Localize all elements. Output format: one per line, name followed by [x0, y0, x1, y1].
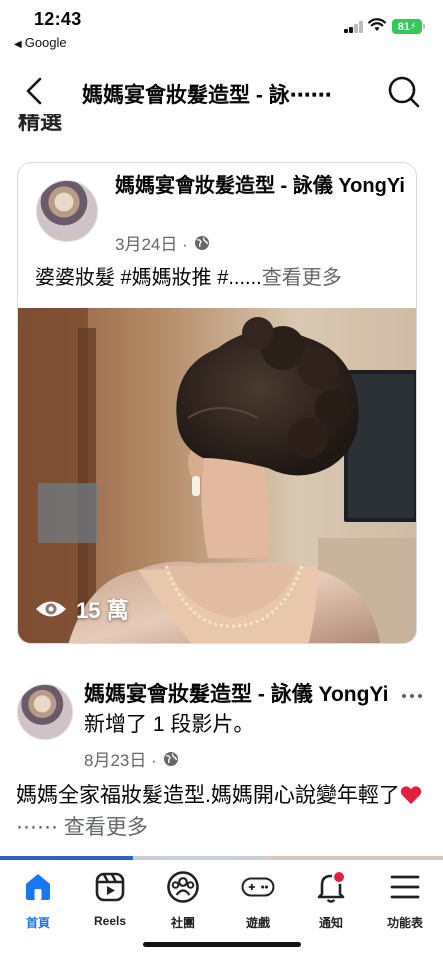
chevron-left-icon: [26, 77, 42, 105]
reels-icon: [93, 870, 127, 904]
back-button[interactable]: [18, 74, 50, 108]
back-triangle-icon: ◀: [14, 39, 22, 50]
tab-label: 功能表: [386, 916, 423, 930]
globe-icon: [194, 235, 209, 250]
post-date: 3月24日 ·: [115, 235, 188, 254]
battery-indicator: 81 ⚡: [392, 19, 425, 34]
status-bar: 12:43 ◀ Google 81 ⚡: [0, 0, 443, 54]
view-count-value: 15 萬: [76, 598, 129, 623]
tab-gaming[interactable]: 遊戲: [222, 870, 294, 940]
avatar[interactable]: [36, 180, 98, 242]
post-meta: 8月23日 ·: [84, 746, 179, 771]
eye-icon: [36, 601, 66, 617]
post-header-text[interactable]: 媽媽宴會妝髮造型 - 詠儀 YongYi 新增了 1 段影片。: [84, 680, 394, 740]
menu-icon: [388, 870, 422, 904]
see-more-link[interactable]: 查看更多: [262, 267, 342, 289]
battery-level: 81: [397, 20, 410, 33]
back-app-label: Google: [24, 35, 67, 50]
globe-icon: [163, 751, 178, 766]
section-heading-peek: 精選: [18, 114, 63, 134]
page-title: 媽媽宴會妝髮造型 - 詠⋯⋯: [82, 84, 332, 107]
avatar[interactable]: [17, 684, 73, 740]
tab-menu[interactable]: 功能表: [369, 870, 441, 940]
post-text: 媽媽全家福妝髮造型.媽媽開心說變年輕了 ⋯⋯ 查看更多: [16, 780, 426, 844]
post-body: 婆婆妝髮 #媽媽妝推 #......: [35, 267, 262, 289]
cellular-signal-icon: [344, 21, 364, 33]
tab-notifications[interactable]: 通知: [295, 870, 367, 940]
post-text: 婆婆妝髮 #媽媽妝推 #......查看更多: [35, 261, 342, 290]
post-video-thumbnail[interactable]: 15 萬: [18, 308, 416, 643]
page-header: 媽媽宴會妝髮造型 - 詠⋯⋯: [0, 66, 443, 116]
gaming-icon: [241, 870, 275, 904]
tab-label: 社團: [170, 916, 195, 930]
post-action: 新增了 1 段影片。: [84, 713, 255, 736]
more-options-button[interactable]: [398, 686, 426, 706]
post-author[interactable]: 媽媽宴會妝髮造型 - 詠儀 YongYi: [115, 173, 405, 200]
home-icon: [21, 870, 55, 904]
tab-reels[interactable]: Reels: [74, 870, 146, 940]
back-to-app-link[interactable]: ◀ Google: [14, 35, 67, 50]
post-body: 媽媽全家福妝髮造型.媽媽開心說變年輕了: [16, 784, 400, 807]
post-meta: 3月24日 ·: [115, 230, 210, 255]
status-time: 12:43: [34, 9, 82, 29]
groups-icon: [166, 870, 200, 904]
post-date: 8月23日 ·: [84, 751, 157, 770]
see-more-link[interactable]: ⋯⋯ 查看更多: [16, 816, 148, 839]
heart-emoji-icon: [400, 786, 422, 804]
post-author[interactable]: 媽媽宴會妝髮造型 - 詠儀 YongYi: [84, 683, 389, 706]
tab-label: Reels: [93, 914, 127, 928]
home-indicator[interactable]: [143, 942, 301, 947]
bell-icon: [314, 870, 348, 904]
tab-label: 首頁: [25, 916, 50, 930]
tab-label: 遊戲: [245, 916, 270, 930]
tab-groups[interactable]: 社團: [147, 870, 219, 940]
featured-post-card[interactable]: 媽媽宴會妝髮造型 - 詠儀 YongYi 3月24日 · 婆婆妝髮 #媽媽妝推 …: [17, 162, 417, 644]
tab-label: 通知: [318, 916, 343, 930]
search-icon: [388, 76, 420, 108]
search-button[interactable]: [384, 74, 424, 110]
tab-home[interactable]: 首頁: [2, 870, 74, 940]
wifi-icon: [368, 18, 386, 32]
view-count: 15 萬: [34, 593, 129, 625]
